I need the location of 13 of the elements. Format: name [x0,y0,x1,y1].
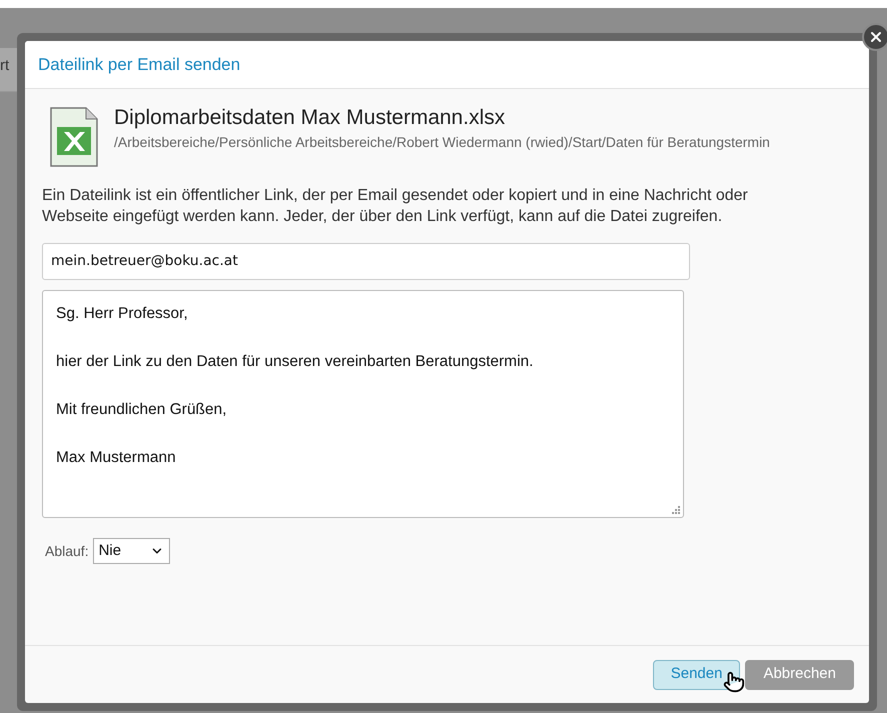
recipient-field[interactable]: mein.betreuer@boku.ac.at [42,243,690,280]
close-icon [868,29,884,45]
file-path: /Arbeitsbereiche/Persönliche Arbeitsbereiche/Robert Wiedermann (rwied)/Start/Daten für Beratungstermin [114,133,771,151]
spreadsheet-file-icon [50,107,98,167]
expiry-select[interactable]: Nie [92,538,170,564]
description-text: Ein Dateilink ist ein öffentlicher Link, der per Email gesendet oder kopiert und in eine Nachricht oder Webseite eingefügt werden kann. Jeder, der über den Link verfügt, kann auf die Datei zugreifen. [42,186,749,227]
dialog-title: Dateilink per Email senden [38,54,240,76]
file-name: Diplomarbeitsdaten Max Mustermann.xlsx [114,105,506,131]
resize-handle-icon [672,506,680,514]
background-text: rt [0,56,10,76]
message-field[interactable]: Sg. Herr Professor, hier der Link zu den Daten für unseren vereinbarten Beratungstermin. Mit freundlichen Grüßen, Max Mustermann [42,290,684,518]
hand-cursor-icon [723,670,746,692]
expiry-label: Ablauf: [45,542,89,560]
